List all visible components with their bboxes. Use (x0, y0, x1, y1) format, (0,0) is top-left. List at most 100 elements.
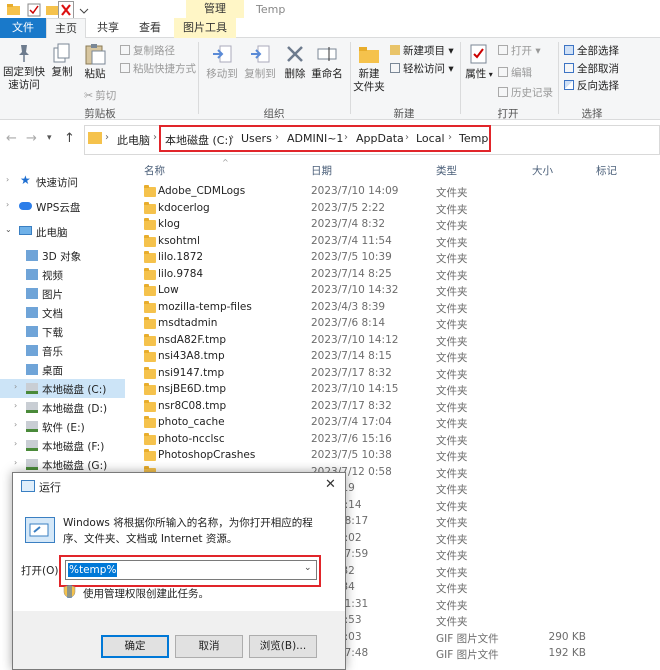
new-folder-button[interactable]: 新建 文件夹 (352, 42, 386, 94)
file-type: 文件夹 (436, 484, 468, 496)
edit-button[interactable]: 编辑 (498, 65, 532, 80)
paste-button[interactable]: 粘贴 (80, 42, 110, 81)
file-row[interactable]: kdocerlog 2023/7/5 2:22 文件夹 (140, 201, 660, 218)
cut-button[interactable]: ✂ 剪切 (84, 88, 116, 103)
column-size[interactable]: 大小 (532, 163, 553, 178)
new-item-button[interactable]: 新建项目 ▾ (390, 43, 454, 58)
tab-picture-tools[interactable]: 图片工具 (174, 18, 236, 38)
file-row[interactable]: lilo.9784 2023/7/14 8:25 文件夹 (140, 267, 660, 284)
column-name[interactable]: 名称 (144, 163, 165, 178)
folder-icon (144, 185, 156, 197)
file-row[interactable]: PhotoshopCrashes 2023/7/5 10:38 文件夹 (140, 448, 660, 465)
select-all-button[interactable]: 全部选择 (564, 43, 619, 58)
nav-item[interactable]: 3D 对象 (0, 246, 125, 265)
file-row[interactable]: nsdA82F.tmp 2023/7/10 14:12 文件夹 (140, 333, 660, 350)
crumb-users[interactable]: Users (241, 132, 272, 145)
crumb-temp[interactable]: Temp (459, 132, 488, 145)
crumb-appdata[interactable]: AppData (356, 132, 404, 145)
divider (350, 42, 351, 114)
column-date[interactable]: 日期 (311, 163, 332, 178)
open-input[interactable]: %temp% (68, 563, 118, 577)
video-icon (26, 269, 38, 280)
select-none-button[interactable]: 全部取消 (564, 61, 619, 76)
context-tab-manage[interactable]: 管理 (186, 0, 244, 18)
run-dialog-titlebar[interactable]: 运行 ✕ (13, 473, 345, 499)
file-row[interactable]: nsi43A8.tmp 2023/7/14 8:15 文件夹 (140, 349, 660, 366)
properties-button[interactable]: 属性 ▾ (464, 42, 494, 81)
chevron-down-icon[interactable]: ⌄ (304, 563, 312, 573)
nav-item[interactable]: 下载 (0, 322, 125, 341)
open-combobox[interactable]: %temp% ⌄ (65, 560, 317, 580)
file-row[interactable]: mozilla-temp-files 2023/4/3 8:39 文件夹 (140, 300, 660, 317)
music-icon (26, 345, 38, 356)
file-row[interactable]: photo_cache 2023/7/4 17:04 文件夹 (140, 415, 660, 432)
pin-quick-access-button[interactable]: 固定到快 速访问 (2, 42, 46, 92)
crumb-this-pc[interactable]: 此电脑 (117, 132, 150, 148)
tab-file[interactable]: 文件 (0, 18, 46, 38)
file-row[interactable]: Low 2023/7/10 14:32 文件夹 (140, 283, 660, 300)
copy-button[interactable]: 复制 (48, 42, 76, 79)
tab-view[interactable]: 查看 (130, 18, 170, 38)
file-row[interactable]: ksohtml 2023/7/4 11:54 文件夹 (140, 234, 660, 251)
nav-item[interactable]: › 软件 (E:) (0, 417, 125, 436)
history-label: 历史记录 (511, 87, 553, 99)
tab-home[interactable]: 主页 (46, 18, 86, 39)
desktop-icon (26, 364, 38, 375)
browse-button[interactable]: 浏览(B)... (249, 635, 317, 658)
recent-chevron-icon[interactable]: ▾ (47, 133, 52, 143)
folder-icon (6, 2, 22, 18)
file-row[interactable]: nsr8C08.tmp 2023/7/17 8:32 文件夹 (140, 399, 660, 416)
invert-selection-button[interactable]: 反向选择 (564, 78, 619, 93)
close-icon[interactable]: ✕ (325, 477, 336, 492)
delete-button[interactable]: 删除 (282, 42, 308, 81)
paste-label: 粘贴 (84, 68, 106, 80)
open-button[interactable]: 打开 ▾ (498, 43, 541, 58)
back-icon[interactable]: ← (6, 131, 17, 146)
column-type[interactable]: 类型 (436, 163, 457, 178)
nav-this-pc[interactable]: ⌄ 此电脑 (0, 222, 130, 241)
cancel-button[interactable]: 取消 (175, 635, 243, 658)
file-row[interactable]: klog 2023/7/4 8:32 文件夹 (140, 217, 660, 234)
file-row[interactable]: msdtadmin 2023/7/6 8:14 文件夹 (140, 316, 660, 333)
up-icon[interactable]: ↑ (64, 131, 75, 146)
file-row[interactable]: lilo.1872 2023/7/5 10:39 文件夹 (140, 250, 660, 267)
nav-item[interactable]: 图片 (0, 284, 125, 303)
folder-icon (144, 366, 156, 379)
ok-button[interactable]: 确定 (101, 635, 169, 658)
nav-quick-access[interactable]: › ★ 快速访问 (0, 172, 130, 191)
file-row[interactable]: nsjBE6D.tmp 2023/7/10 14:15 文件夹 (140, 382, 660, 399)
crumb-local[interactable]: Local (416, 132, 445, 145)
file-date: 2023/4/3 8:39 (311, 300, 386, 313)
drive-icon (26, 383, 38, 394)
nav-wps[interactable]: › WPS云盘 (0, 197, 130, 216)
file-row[interactable]: nsi9147.tmp 2023/7/17 8:32 文件夹 (140, 366, 660, 383)
tab-share[interactable]: 共享 (88, 18, 128, 38)
folder-icon (144, 267, 156, 280)
delete-qa-icon[interactable] (58, 1, 74, 19)
nav-item[interactable]: 视频 (0, 265, 125, 284)
forward-icon[interactable]: → (26, 131, 37, 146)
column-tag[interactable]: 标记 (596, 163, 617, 178)
nav-item[interactable]: 文档 (0, 303, 125, 322)
history-button[interactable]: 历史记录 (498, 85, 553, 100)
rename-button[interactable]: 重命名 (310, 42, 344, 81)
copy-path-button[interactable]: 复制路径 (120, 43, 175, 58)
move-to-button[interactable]: 移动到 (204, 42, 240, 81)
copy-to-button[interactable]: 复制到 (242, 42, 278, 81)
nav-item[interactable]: 桌面 (0, 360, 125, 379)
nav-item[interactable]: › 本地磁盘 (D:) (0, 398, 125, 417)
easy-access-button[interactable]: 轻松访问 ▾ (390, 61, 454, 76)
file-type: 文件夹 (436, 517, 468, 529)
paste-shortcut-button[interactable]: 粘贴快捷方式 (120, 61, 196, 76)
nav-item[interactable]: 音乐 (0, 341, 125, 360)
file-row[interactable]: Adobe_CDMLogs 2023/7/10 14:09 文件夹 (140, 184, 660, 201)
nav-item[interactable]: › 本地磁盘 (C:) (0, 379, 125, 398)
properties-qa-icon[interactable] (26, 2, 42, 18)
crumb-c-drive[interactable]: 本地磁盘 (C:) (165, 132, 232, 148)
crumb-admin[interactable]: ADMINI~1 (287, 132, 343, 145)
chevron-down-icon[interactable] (78, 2, 94, 18)
file-name: photo-ncclsc (158, 432, 225, 445)
file-row[interactable]: photo-ncclsc 2023/7/6 15:16 文件夹 (140, 432, 660, 449)
nav-item[interactable]: › 本地磁盘 (F:) (0, 436, 125, 455)
file-type: 文件夹 (436, 368, 468, 381)
